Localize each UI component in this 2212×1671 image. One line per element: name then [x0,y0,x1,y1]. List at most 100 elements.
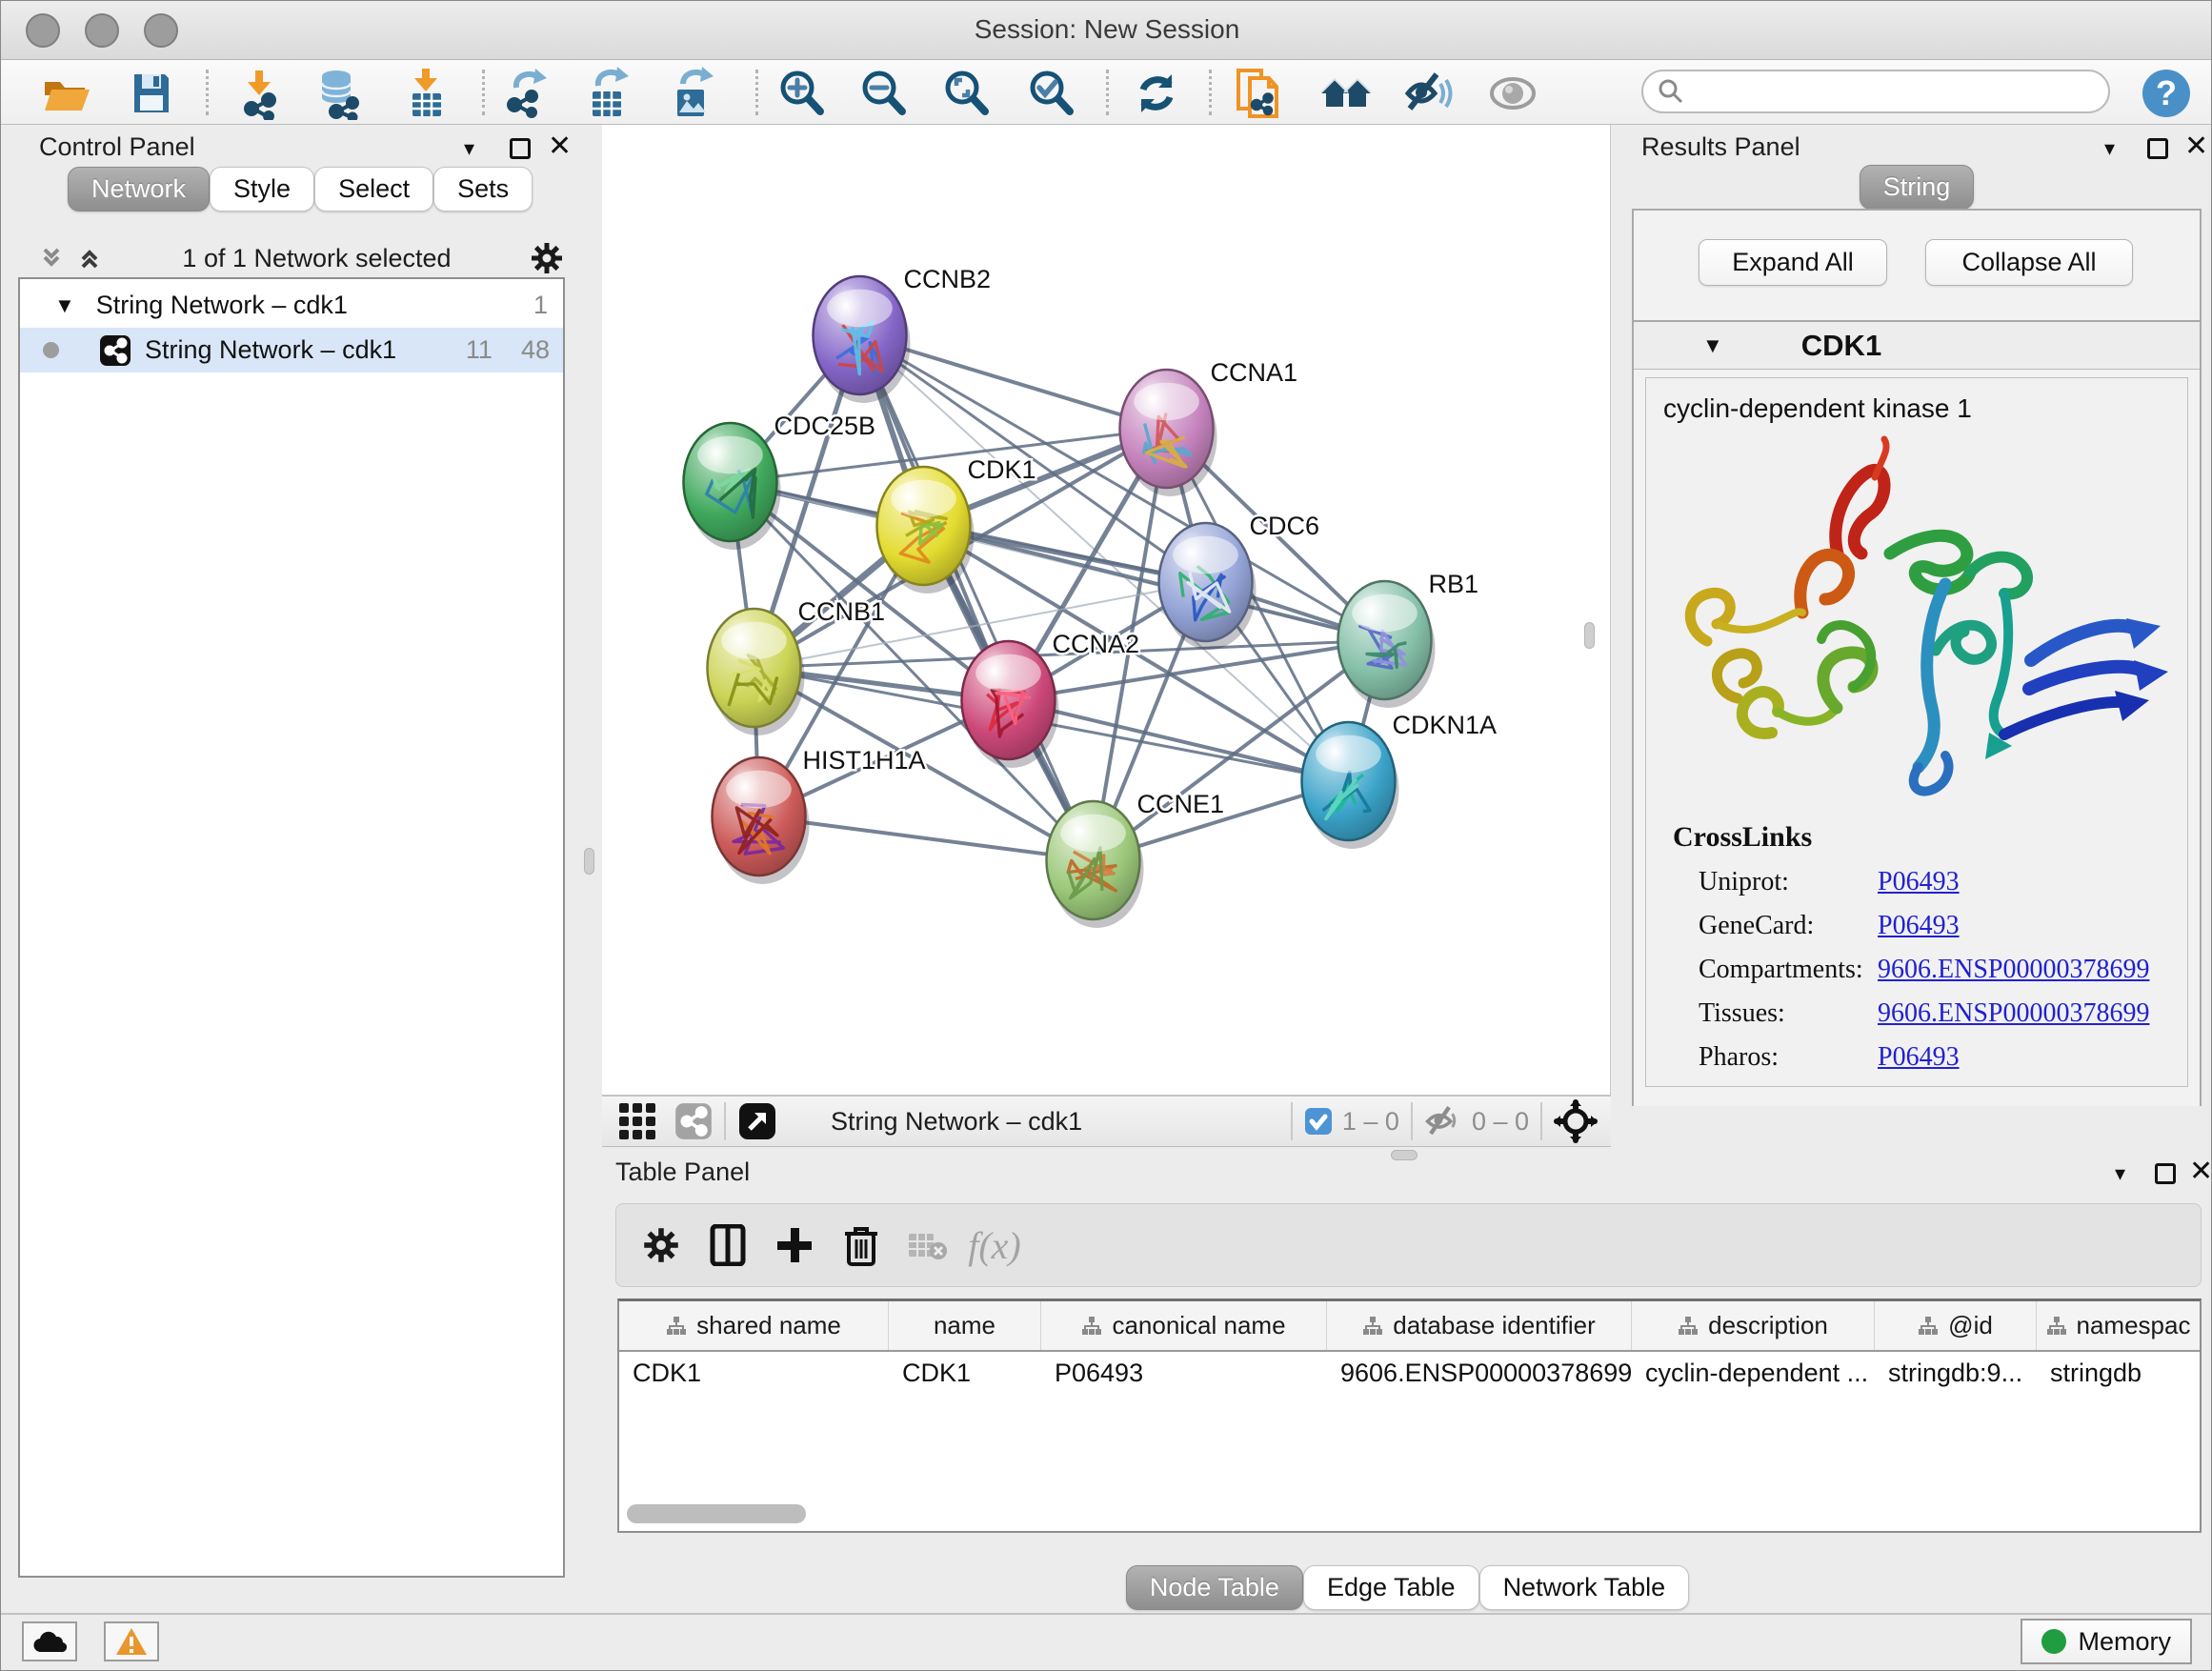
table-options-button[interactable] [628,1217,694,1274]
network-share-view-icon[interactable] [674,1102,713,1140]
memory-button[interactable]: Memory [2021,1619,2192,1664]
node-label-ccna1: CCNA1 [1211,358,1298,387]
export-table-button[interactable] [580,66,635,121]
node-label-cdkn1a: CDKN1A [1393,711,1498,739]
column-header[interactable]: shared name [619,1301,889,1350]
import-network-from-database-button[interactable] [311,66,366,121]
export-image-button[interactable] [663,66,718,121]
table-panel-close-icon[interactable]: ✕ [2189,1161,2212,1182]
results-panel-float-icon[interactable] [2147,138,2168,159]
control-panel-menu-icon[interactable]: ▾ [464,136,474,161]
control-panel-close-icon[interactable]: ✕ [548,136,572,157]
results-panel-close-icon[interactable]: ✕ [2184,136,2208,157]
network-collection-row[interactable]: ▼ String Network – cdk1 1 [20,283,563,328]
export-network-button[interactable] [498,66,553,121]
cdk1-section-header[interactable]: ▼ CDK1 [1634,322,2200,370]
column-header[interactable]: canonical name [1041,1301,1327,1350]
fx-icon: f(x) [968,1223,1021,1268]
create-column-button[interactable] [761,1217,828,1274]
import-table-icon [399,67,452,120]
grid-view-icon[interactable] [617,1101,657,1141]
cloud-status-button[interactable] [22,1621,77,1661]
collection-label: String Network – cdk1 [96,291,348,320]
share-document-icon [1235,67,1288,120]
help-button[interactable]: ? [2139,66,2194,121]
open-session-button[interactable] [38,66,93,121]
column-header[interactable]: name [889,1301,1041,1350]
crosslink-link[interactable]: 9606.ENSP00000378699 [1878,955,2149,985]
tab-select[interactable]: Select [314,167,433,211]
column-header[interactable]: namespac [2037,1301,2200,1350]
crosslink-link[interactable]: P06493 [1878,1042,1960,1073]
help-icon: ? [2140,67,2193,120]
left-splitter-handle[interactable] [584,848,594,875]
network-canvas[interactable]: CCNB2CCNA1CDC25BCDK1CDC6RB1CCNB1CCNA2CDK… [602,125,1611,1095]
network-row-selected[interactable]: String Network – cdk1 11 48 [20,328,563,372]
tab-style[interactable]: Style [210,167,314,211]
collapse-all-button[interactable]: Collapse All [1925,239,2133,286]
right-splitter-handle[interactable] [1584,622,1595,649]
import-table-button[interactable] [398,66,453,121]
zoom-fit-button[interactable] [938,66,994,121]
column-header[interactable]: database identifier [1327,1301,1632,1350]
export-network-icon [499,67,553,120]
pan-crosshair-icon[interactable] [1554,1099,1598,1143]
crosslink-row: Compartments: 9606.ENSP00000378699 [1699,955,2187,985]
crosslink-link[interactable]: P06493 [1878,867,1960,897]
home-button[interactable] [1318,66,1374,121]
crosslink-link[interactable]: 9606.ENSP00000378699 [1878,998,2149,1029]
refresh-button[interactable] [1129,66,1184,121]
results-tabs: String [1620,165,2212,210]
string-network-graph[interactable]: CCNB2CCNA1CDC25BCDK1CDC6RB1CCNB1CCNA2CDK… [602,125,1611,1095]
footer-divider [1411,1102,1413,1140]
show-columns-button[interactable] [694,1217,761,1274]
control-panel-float-icon[interactable] [510,138,531,159]
tab-network[interactable]: Network [68,167,210,211]
table-row[interactable]: CDK1 CDK1 P06493 9606.ENSP00000378699 cy… [619,1352,2200,1394]
crosslink-link[interactable]: P06493 [1878,911,1960,941]
tab-edge-table[interactable]: Edge Table [1303,1565,1479,1610]
memory-status-dot-icon [2041,1629,2066,1654]
tab-string[interactable]: String [1860,165,1975,210]
save-session-button[interactable] [124,66,179,121]
column-header[interactable]: @id [1875,1301,2037,1350]
show-all-button[interactable] [1485,66,1540,121]
warnings-button[interactable] [104,1621,159,1661]
search-input[interactable] [1685,73,2108,110]
horizontal-scrollbar[interactable] [627,1504,806,1523]
window-title: Session: New Session [1,14,2212,45]
tab-sets[interactable]: Sets [433,167,533,211]
expand-all-button[interactable]: Expand All [1699,239,1887,286]
column-header[interactable]: description [1632,1301,1875,1350]
horizontal-splitter-handle[interactable] [1391,1150,1418,1160]
gear-icon [642,1226,680,1264]
refresh-icon [1130,67,1183,120]
collapse-all-chevron-icon[interactable] [37,244,66,272]
zoom-out-button[interactable] [855,66,911,121]
zoom-in-button[interactable] [774,66,829,121]
collection-expand-triangle-icon[interactable]: ▼ [54,293,75,318]
table-panel-float-icon[interactable] [2155,1163,2176,1184]
tab-network-table[interactable]: Network Table [1479,1565,1690,1610]
results-panel-menu-icon[interactable]: ▾ [2104,136,2115,161]
share-document-button[interactable] [1234,66,1289,121]
import-network-button[interactable] [231,66,287,121]
expand-all-chevron-icon[interactable] [75,244,104,272]
delete-column-button[interactable] [828,1217,895,1274]
birds-eye-view-icon[interactable] [737,1101,777,1141]
zoom-fit-icon [939,67,993,120]
status-bar: Memory [1,1613,2212,1671]
tab-node-table[interactable]: Node Table [1126,1565,1303,1610]
zoom-selected-button[interactable] [1023,66,1078,121]
control-panel-title: Control Panel [39,132,195,162]
hide-selected-button[interactable] [1401,66,1457,121]
crosslink-row: GeneCard: P06493 [1699,911,2187,941]
cdk1-collapse-triangle-icon[interactable]: ▼ [1702,333,1723,358]
columns-icon [709,1224,747,1266]
selected-checkbox-icon[interactable] [1304,1107,1333,1136]
table-panel-menu-icon[interactable]: ▾ [2115,1161,2125,1186]
network-options-gear-icon[interactable] [530,241,564,275]
selected-count: 1 – 0 [1342,1107,1399,1137]
zoom-out-icon [856,67,910,120]
column-type-icon [1362,1316,1383,1337]
